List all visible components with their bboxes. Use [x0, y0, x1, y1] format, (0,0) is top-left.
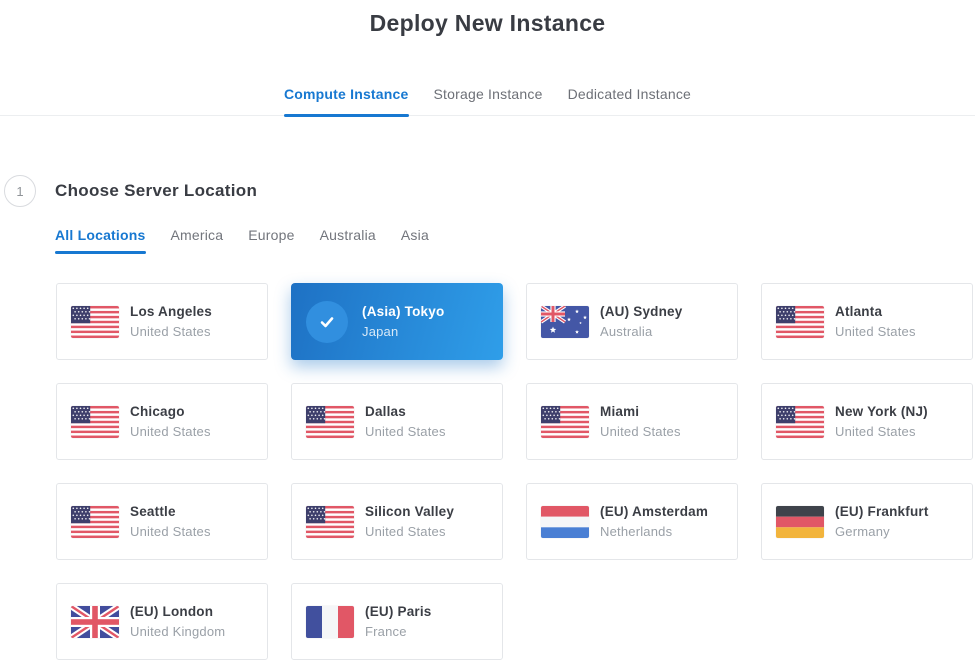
location-country: United States — [130, 425, 211, 439]
location-name: Seattle — [130, 505, 211, 519]
location-tab-europe[interactable]: Europe — [248, 228, 294, 251]
us-flag-icon — [71, 406, 119, 438]
section-title: Choose Server Location — [55, 181, 257, 201]
location-name: (Asia) Tokyo — [362, 305, 444, 319]
location-country: United States — [835, 425, 928, 439]
location-tab-asia[interactable]: Asia — [401, 228, 429, 251]
us-flag-icon — [776, 306, 824, 338]
location-tab-america[interactable]: America — [171, 228, 224, 251]
location-country: France — [365, 625, 432, 639]
au-flag-icon — [541, 306, 589, 338]
location-name: (EU) Paris — [365, 605, 432, 619]
location-country: United States — [130, 325, 212, 339]
location-card-silicon-valley[interactable]: Silicon Valley United States — [291, 483, 503, 560]
location-card-miami[interactable]: Miami United States — [526, 383, 738, 460]
tab-storage-instance[interactable]: Storage Instance — [434, 87, 543, 115]
location-card-eu-london[interactable]: (EU) London United Kingdom — [56, 583, 268, 660]
location-card-asia-tokyo[interactable]: (Asia) Tokyo Japan — [291, 283, 503, 360]
nl-flag-icon — [541, 506, 589, 538]
location-country: United States — [365, 525, 454, 539]
location-name: (EU) London — [130, 605, 225, 619]
tab-compute-instance[interactable]: Compute Instance — [284, 87, 409, 115]
location-card-eu-frankfurt[interactable]: (EU) Frankfurt Germany — [761, 483, 973, 560]
tab-dedicated-instance[interactable]: Dedicated Instance — [568, 87, 691, 115]
location-country: United States — [365, 425, 446, 439]
location-name: Dallas — [365, 405, 446, 419]
us-flag-icon — [71, 506, 119, 538]
fr-flag-icon — [306, 606, 354, 638]
location-card-au-sydney[interactable]: (AU) Sydney Australia — [526, 283, 738, 360]
us-flag-icon — [541, 406, 589, 438]
location-name: Miami — [600, 405, 681, 419]
location-grid: Los Angeles United States (Asia) Tokyo Japa… — [56, 283, 975, 660]
page-title: Deploy New Instance — [0, 0, 975, 37]
location-card-los-angeles[interactable]: Los Angeles United States — [56, 283, 268, 360]
instance-tabs: Compute Instance Storage Instance Dedicate… — [0, 87, 975, 116]
location-country: Australia — [600, 325, 682, 339]
us-flag-icon — [776, 406, 824, 438]
location-country: United States — [130, 525, 211, 539]
location-card-seattle[interactable]: Seattle United States — [56, 483, 268, 560]
location-tab-australia[interactable]: Australia — [320, 228, 376, 251]
location-name: (AU) Sydney — [600, 305, 682, 319]
location-name: Chicago — [130, 405, 211, 419]
location-country: Germany — [835, 525, 929, 539]
us-flag-icon — [71, 306, 119, 338]
location-name: New York (NJ) — [835, 405, 928, 419]
us-flag-icon — [306, 406, 354, 438]
location-country: United States — [835, 325, 916, 339]
location-country: United States — [600, 425, 681, 439]
location-country: Japan — [362, 325, 444, 339]
location-card-eu-paris[interactable]: (EU) Paris France — [291, 583, 503, 660]
location-name: Atlanta — [835, 305, 916, 319]
step-number-badge: 1 — [4, 175, 36, 207]
location-card-dallas[interactable]: Dallas United States — [291, 383, 503, 460]
location-card-eu-amsterdam[interactable]: (EU) Amsterdam Netherlands — [526, 483, 738, 560]
us-flag-icon — [306, 506, 354, 538]
location-name: Los Angeles — [130, 305, 212, 319]
location-name: (EU) Amsterdam — [600, 505, 708, 519]
check-icon — [306, 301, 348, 343]
location-country: United Kingdom — [130, 625, 225, 639]
location-name: Silicon Valley — [365, 505, 454, 519]
de-flag-icon — [776, 506, 824, 538]
location-filter-tabs: All Locations America Europe Australia Asia — [55, 228, 975, 251]
location-card-atlanta[interactable]: Atlanta United States — [761, 283, 973, 360]
location-card-new-york-nj[interactable]: New York (NJ) United States — [761, 383, 973, 460]
location-card-chicago[interactable]: Chicago United States — [56, 383, 268, 460]
section-header: 1 Choose Server Location — [0, 175, 975, 207]
location-name: (EU) Frankfurt — [835, 505, 929, 519]
location-tab-all-locations[interactable]: All Locations — [55, 228, 146, 251]
location-country: Netherlands — [600, 525, 708, 539]
gb-flag-icon — [71, 606, 119, 638]
